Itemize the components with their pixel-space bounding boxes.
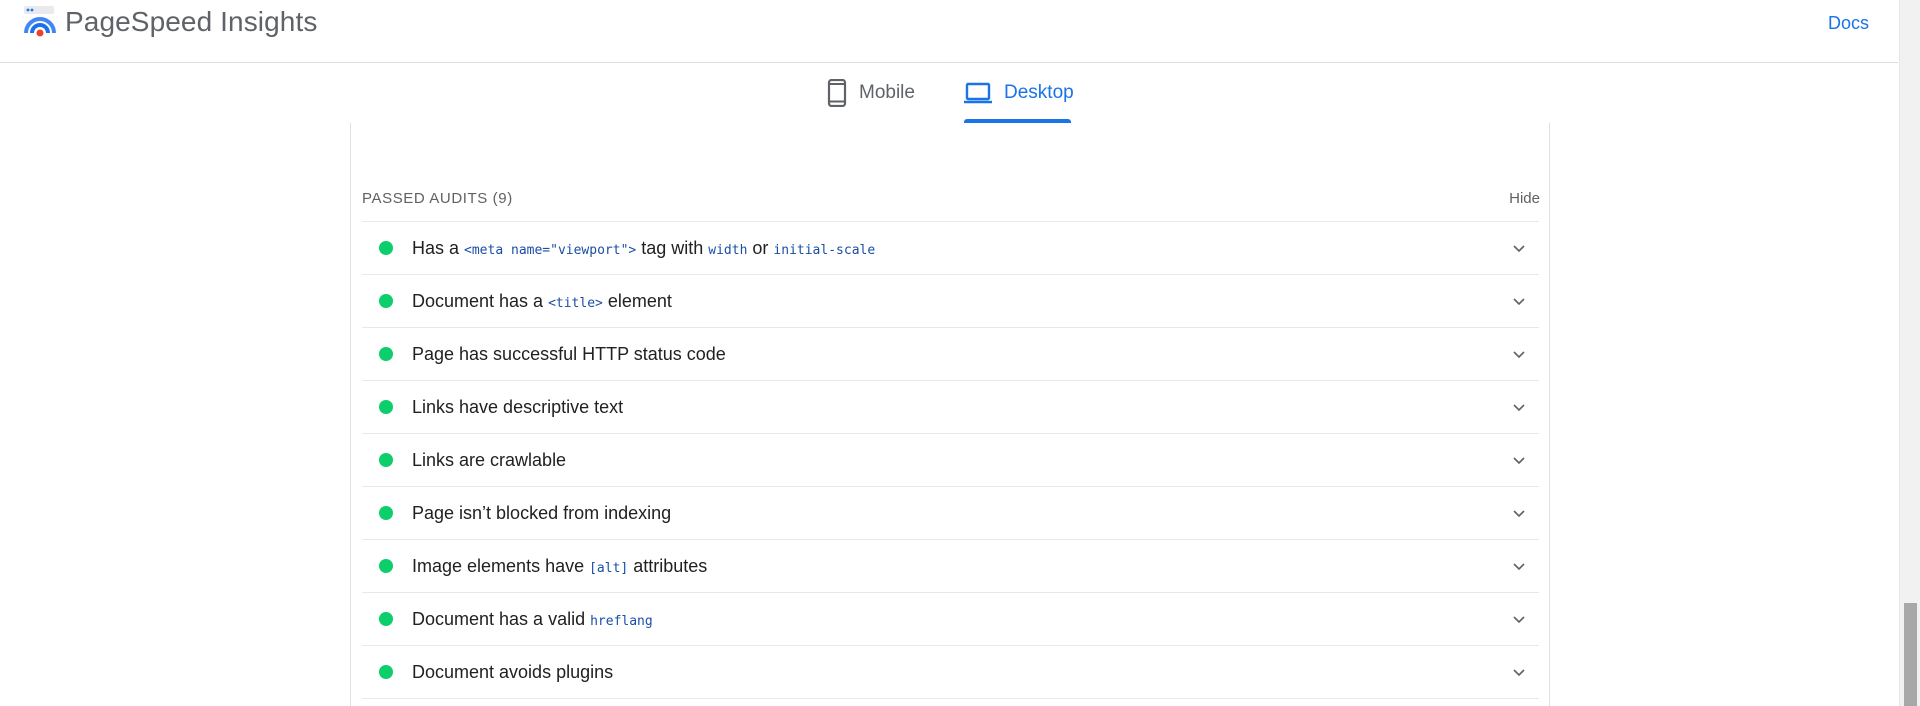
chevron-down-icon[interactable] — [1511, 452, 1527, 468]
audit-item[interactable]: Image elements have [alt] attributes — [362, 539, 1539, 592]
audit-item[interactable]: Document has a <title> element — [362, 274, 1539, 327]
tab-mobile[interactable]: Mobile — [827, 63, 915, 123]
page: PageSpeed Insights Docs Mobile Desktop P… — [0, 0, 1920, 706]
audit-title: Links have descriptive text — [412, 396, 624, 417]
passed-audits-header: PASSED AUDITS (9) Hide — [362, 190, 1540, 220]
audit-item[interactable]: Links have descriptive text — [362, 380, 1539, 433]
pass-indicator-icon — [379, 612, 393, 626]
passed-audits-title: PASSED AUDITS (9) — [362, 190, 513, 207]
audit-item[interactable]: Page isn’t blocked from indexing — [362, 486, 1539, 539]
chevron-down-icon[interactable] — [1511, 293, 1527, 309]
chevron-down-icon[interactable] — [1511, 558, 1527, 574]
passed-audits-title-text: PASSED AUDITS — [362, 190, 488, 207]
chevron-down-icon[interactable] — [1511, 399, 1527, 415]
passed-audits-list: Has a <meta name="viewport"> tag with wi… — [362, 221, 1539, 699]
audit-title: Document has a <title> element — [412, 290, 672, 311]
audit-title: Image elements have [alt] attributes — [412, 555, 708, 576]
pass-indicator-icon — [379, 559, 393, 573]
audit-item[interactable]: Links are crawlable — [362, 433, 1539, 486]
passed-audits-count: (9) — [492, 190, 513, 207]
audit-item[interactable]: Document avoids plugins — [362, 645, 1539, 699]
page-scrollbar[interactable] — [1899, 0, 1920, 706]
audit-title: Links are crawlable — [412, 449, 567, 470]
pass-indicator-icon — [379, 294, 393, 308]
audit-item[interactable]: Document has a valid hreflang — [362, 592, 1539, 645]
scrollbar-thumb[interactable] — [1904, 603, 1917, 706]
phone-icon — [827, 79, 847, 107]
hide-button[interactable]: Hide — [1509, 190, 1540, 207]
audit-title: Document avoids plugins — [412, 661, 614, 682]
tab-desktop-label: Desktop — [1004, 82, 1074, 103]
audit-item[interactable]: Has a <meta name="viewport"> tag with wi… — [362, 221, 1539, 274]
pass-indicator-icon — [379, 665, 393, 679]
app-title: PageSpeed Insights — [65, 6, 318, 37]
audit-item[interactable]: Page has successful HTTP status code — [362, 327, 1539, 380]
chevron-down-icon[interactable] — [1511, 611, 1527, 627]
chevron-down-icon[interactable] — [1511, 240, 1527, 256]
audit-title: Page has successful HTTP status code — [412, 343, 726, 364]
docs-link[interactable]: Docs — [1828, 13, 1869, 34]
chevron-down-icon[interactable] — [1511, 505, 1527, 521]
pass-indicator-icon — [379, 347, 393, 361]
top-app-bar: PageSpeed Insights Docs — [0, 0, 1898, 63]
chevron-down-icon[interactable] — [1511, 664, 1527, 680]
tab-desktop[interactable]: Desktop — [964, 63, 1074, 123]
audit-title: Page isn’t blocked from indexing — [412, 502, 672, 523]
pass-indicator-icon — [379, 506, 393, 520]
tab-mobile-label: Mobile — [859, 82, 915, 103]
audit-title: Has a <meta name="viewport"> tag with wi… — [412, 237, 876, 258]
pagespeed-logo-icon[interactable] — [23, 5, 57, 39]
pass-indicator-icon — [379, 453, 393, 467]
audit-title: Document has a valid hreflang — [412, 608, 653, 629]
device-tabs: Mobile Desktop — [0, 63, 1898, 123]
pass-indicator-icon — [379, 400, 393, 414]
pass-indicator-icon — [379, 241, 393, 255]
report-panel: PASSED AUDITS (9) Hide Has a <meta name=… — [350, 123, 1550, 706]
laptop-icon — [964, 82, 992, 104]
chevron-down-icon[interactable] — [1511, 346, 1527, 362]
